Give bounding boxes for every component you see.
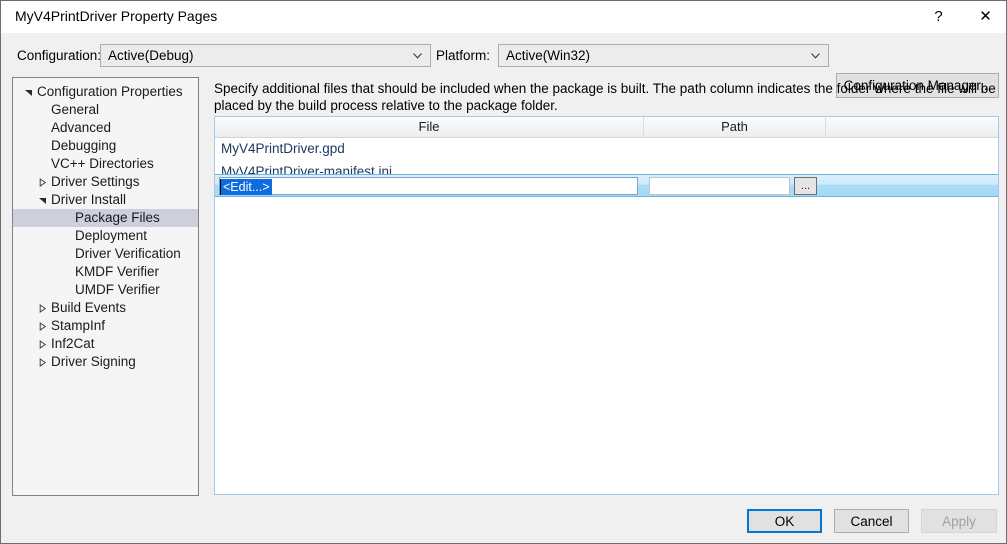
- tree-collapsed-arrow-icon[interactable]: [35, 353, 49, 371]
- tree-item-label: KMDF Verifier: [75, 264, 160, 279]
- tree-item-inf2cat[interactable]: Inf2Cat: [13, 335, 198, 353]
- tree-item-driver-install[interactable]: Driver Install: [13, 191, 198, 209]
- tree-item-label: Inf2Cat: [51, 336, 95, 351]
- tree-item-label: Debugging: [51, 138, 117, 153]
- tree-item-label: StampInf: [51, 318, 106, 333]
- tree-item-label: UMDF Verifier: [75, 282, 160, 297]
- tree-item-umdf-verifier[interactable]: UMDF Verifier: [13, 281, 198, 299]
- browse-button[interactable]: ...: [794, 177, 817, 195]
- tree-item-kmdf-verifier[interactable]: KMDF Verifier: [13, 263, 198, 281]
- ok-button[interactable]: OK: [747, 509, 822, 533]
- tree-item-label: Driver Verification: [75, 246, 181, 261]
- table-row[interactable]: MyV4PrintDriver.gpd: [215, 138, 998, 160]
- package-files-grid[interactable]: File Path MyV4PrintDriver.gpd MyV4PrintDr…: [214, 116, 999, 495]
- tree-item-general[interactable]: General: [13, 101, 198, 119]
- tree-item-label: Driver Settings: [51, 174, 140, 189]
- tree-item-label: Driver Signing: [51, 354, 136, 369]
- tree-item-label: Build Events: [51, 300, 127, 315]
- tree-expanded-arrow-icon[interactable]: [21, 83, 35, 101]
- chevron-down-icon: [413, 53, 422, 59]
- help-button[interactable]: ?: [916, 1, 961, 31]
- platform-dropdown[interactable]: Active(Win32): [498, 44, 829, 67]
- column-header-extra[interactable]: [826, 117, 998, 137]
- title-bar: MyV4PrintDriver Property Pages ? ✕: [1, 1, 1006, 33]
- tree-item-advanced[interactable]: Advanced: [13, 119, 198, 137]
- chevron-down-icon: [811, 53, 820, 59]
- configuration-label: Configuration:: [17, 48, 102, 63]
- tree-item-label: General: [51, 102, 100, 117]
- tree-item-configuration-properties[interactable]: Configuration Properties: [13, 83, 198, 101]
- tree-collapsed-arrow-icon[interactable]: [35, 299, 49, 317]
- tree-item-build-events[interactable]: Build Events: [13, 299, 198, 317]
- tree-collapsed-arrow-icon[interactable]: [35, 173, 49, 191]
- file-name-input-value: <Edit...>: [221, 179, 272, 195]
- file-name-input[interactable]: <Edit...>: [219, 177, 638, 195]
- column-header-path[interactable]: Path: [644, 117, 826, 137]
- tree-item-stampinf[interactable]: StampInf: [13, 317, 198, 335]
- path-input[interactable]: [649, 177, 790, 195]
- platform-label: Platform:: [436, 48, 491, 63]
- tree-collapsed-arrow-icon[interactable]: [35, 335, 49, 353]
- tree-item-deployment[interactable]: Deployment: [13, 227, 198, 245]
- tree-item-label: VC++ Directories: [51, 156, 154, 171]
- tree-item-vc-directories[interactable]: VC++ Directories: [13, 155, 198, 173]
- file-name-cell[interactable]: MyV4PrintDriver.gpd: [221, 138, 345, 160]
- close-icon: ✕: [979, 7, 992, 25]
- tree-item-label: Configuration Properties: [37, 84, 183, 99]
- window-title: MyV4PrintDriver Property Pages: [15, 8, 218, 24]
- configuration-dropdown[interactable]: Active(Debug): [100, 44, 431, 67]
- tree-item-driver-verification[interactable]: Driver Verification: [13, 245, 198, 263]
- tree-item-label: Advanced: [51, 120, 112, 135]
- apply-button: Apply: [921, 509, 997, 533]
- column-header-file[interactable]: File: [215, 117, 644, 137]
- tree-expanded-arrow-icon[interactable]: [35, 191, 49, 209]
- tree-item-label: Package Files: [75, 210, 160, 225]
- page-description: Specify additional files that should be …: [214, 81, 996, 113]
- configuration-bar: Configuration: Active(Debug) Platform: A…: [1, 32, 1006, 98]
- property-pages-dialog: MyV4PrintDriver Property Pages ? ✕ Confi…: [0, 0, 1007, 544]
- tree-collapsed-arrow-icon[interactable]: [35, 317, 49, 335]
- platform-dropdown-value: Active(Win32): [506, 48, 591, 63]
- question-mark-icon: ?: [934, 7, 943, 25]
- close-button[interactable]: ✕: [963, 1, 1006, 31]
- tree-item-label: Driver Install: [51, 192, 127, 207]
- tree-item-label: Deployment: [75, 228, 148, 243]
- grid-header-row: File Path: [215, 117, 998, 138]
- configuration-dropdown-value: Active(Debug): [108, 48, 194, 63]
- properties-tree[interactable]: Configuration Properties General Advanced D…: [12, 77, 199, 496]
- cancel-button[interactable]: Cancel: [834, 509, 909, 533]
- grid-edit-row[interactable]: <Edit...> ...: [215, 174, 998, 197]
- tree-item-driver-settings[interactable]: Driver Settings: [13, 173, 198, 191]
- tree-item-debugging[interactable]: Debugging: [13, 137, 198, 155]
- tree-item-driver-signing[interactable]: Driver Signing: [13, 353, 198, 371]
- tree-item-package-files[interactable]: Package Files: [13, 209, 198, 227]
